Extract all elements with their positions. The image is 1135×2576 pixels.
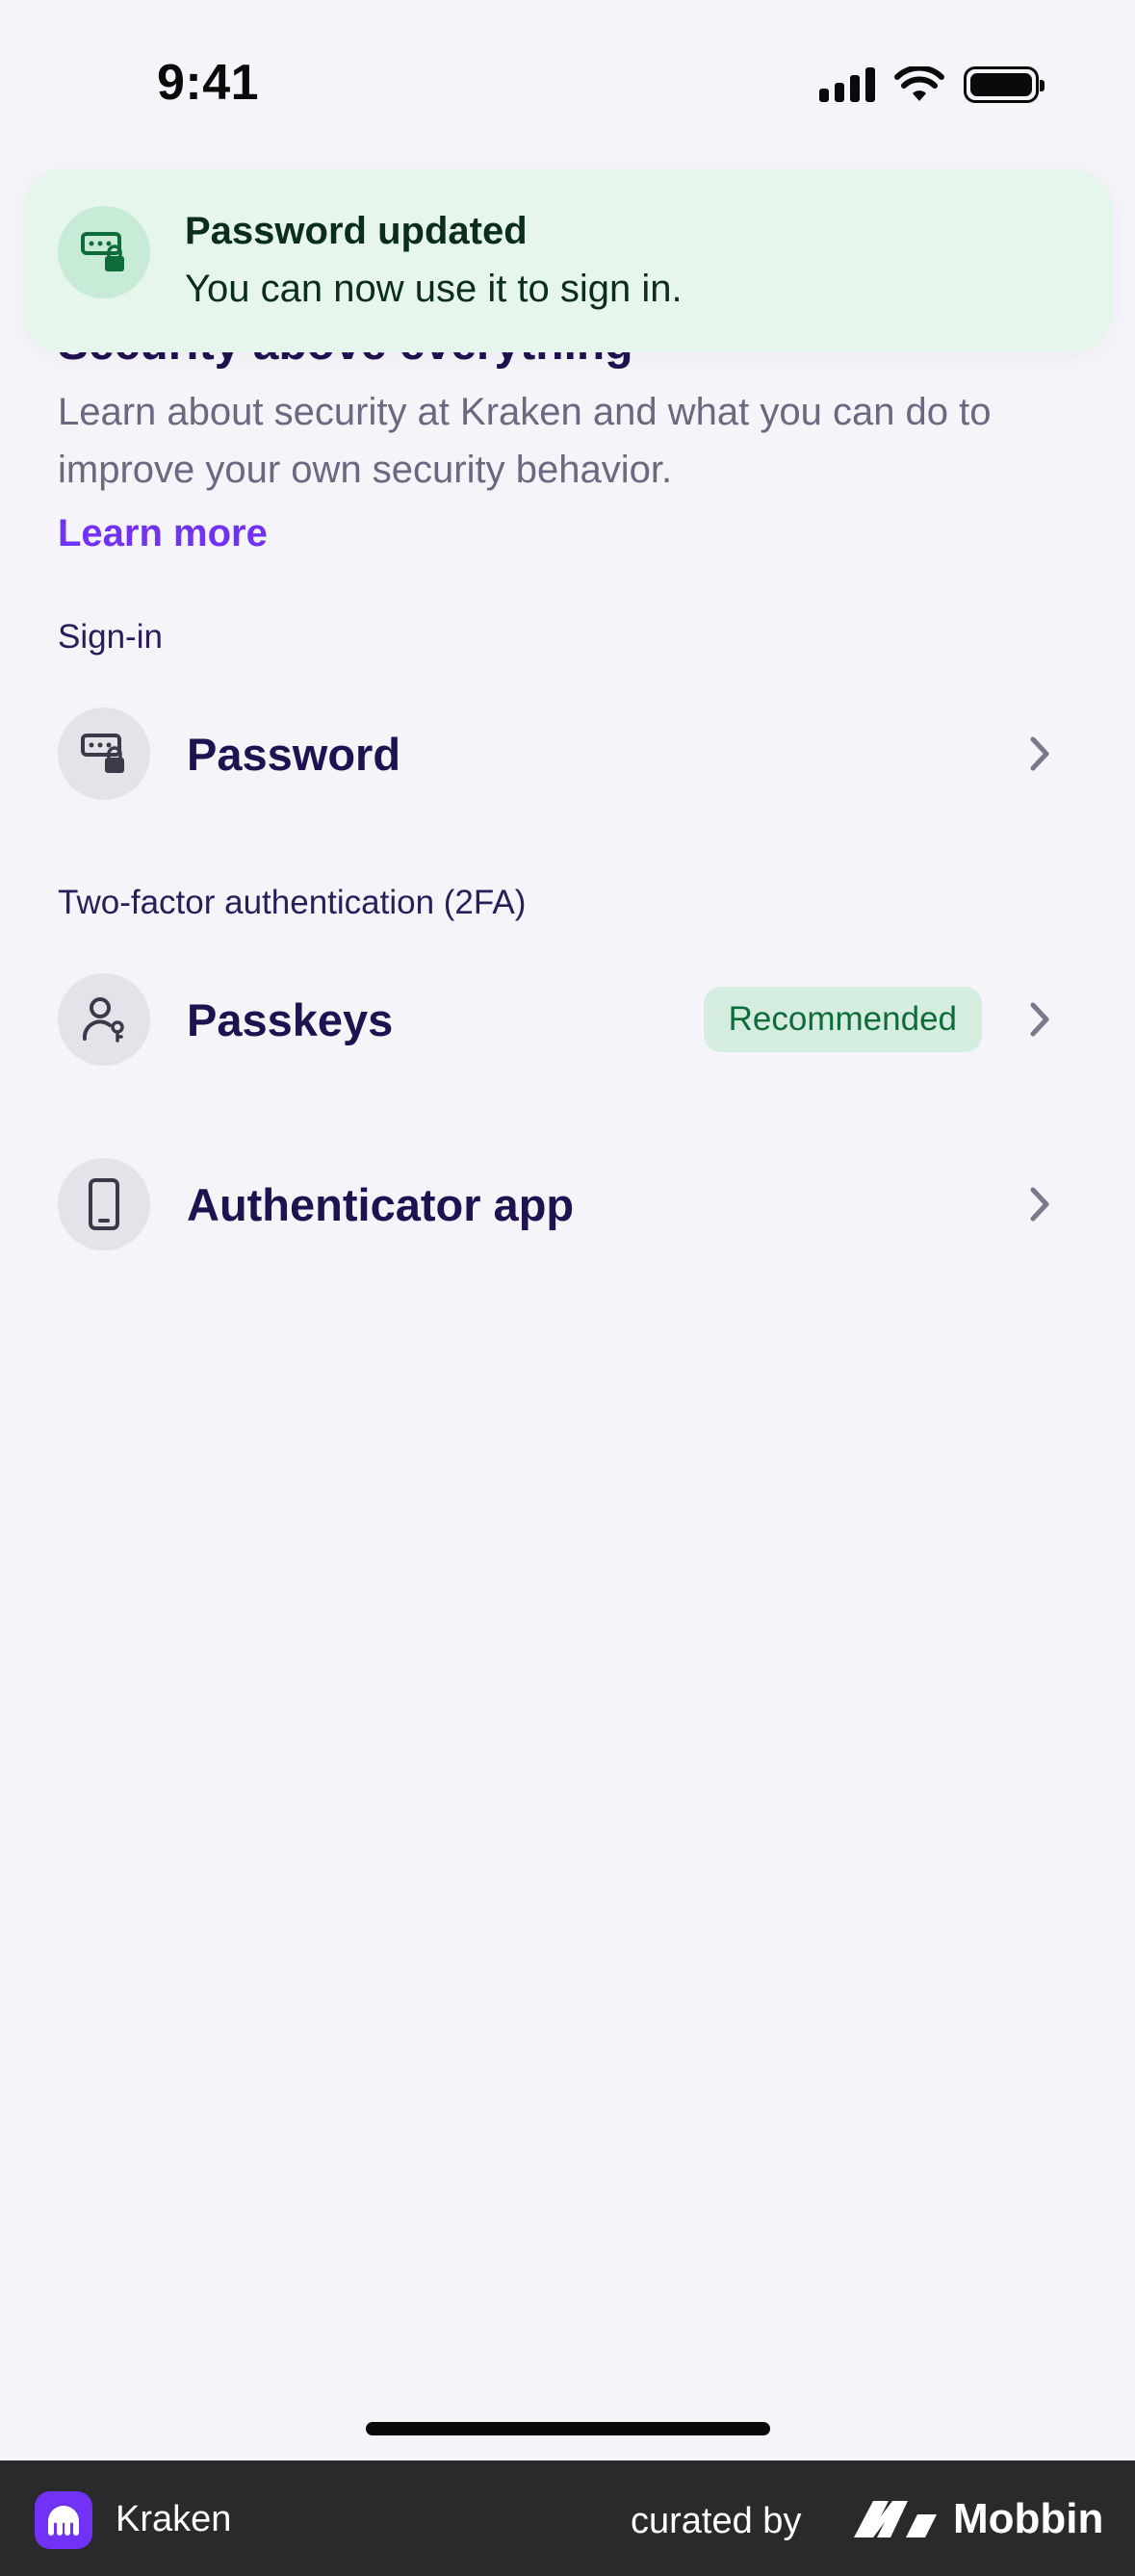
wifi-icon (894, 66, 944, 101)
footer-bar: Kraken curated by Mobbin (0, 2460, 1135, 2576)
security-description: Learn about security at Kraken and what … (58, 391, 992, 491)
home-indicator[interactable] (366, 2422, 770, 2435)
password-row[interactable]: Password (58, 706, 1078, 802)
chevron-right-icon (1020, 1185, 1059, 1224)
learn-more-link[interactable]: Learn more (58, 512, 268, 555)
status-bar: 9:41 (0, 0, 1135, 164)
footer-app-name: Kraken (116, 2499, 232, 2539)
cellular-signal-icon (819, 67, 875, 102)
sign-in-section-label: Sign-in (58, 618, 163, 656)
authenticator-app-label: Authenticator app (187, 1178, 575, 1230)
toast-message: You can now use it to sign in. (185, 268, 683, 310)
password-updated-toast[interactable]: Password updated You can now use it to s… (23, 169, 1112, 352)
mobbin-logo-icon (854, 2501, 937, 2537)
curated-by-text: curated by (631, 2501, 802, 2541)
password-lock-icon (58, 708, 150, 800)
recommended-badge: Recommended (703, 987, 982, 1052)
user-key-icon (58, 973, 150, 1066)
password-label: Password (187, 728, 401, 780)
battery-icon (964, 66, 1045, 103)
mobbin-brand-name: Mobbin (953, 2495, 1104, 2542)
chevron-right-icon (1020, 1000, 1059, 1039)
phone-icon (58, 1158, 150, 1250)
status-icons (819, 64, 1045, 106)
authenticator-app-row[interactable]: Authenticator app (58, 1156, 1078, 1252)
passkeys-label: Passkeys (187, 993, 394, 1045)
password-lock-icon (58, 206, 150, 298)
chevron-right-icon (1020, 734, 1059, 773)
status-time: 9:41 (157, 55, 260, 111)
kraken-logo-icon (35, 2491, 92, 2549)
toast-title: Password updated (185, 210, 528, 252)
passkeys-row[interactable]: Passkeys Recommended (58, 971, 1078, 1068)
2fa-section-label: Two-factor authentication (2FA) (58, 884, 527, 921)
